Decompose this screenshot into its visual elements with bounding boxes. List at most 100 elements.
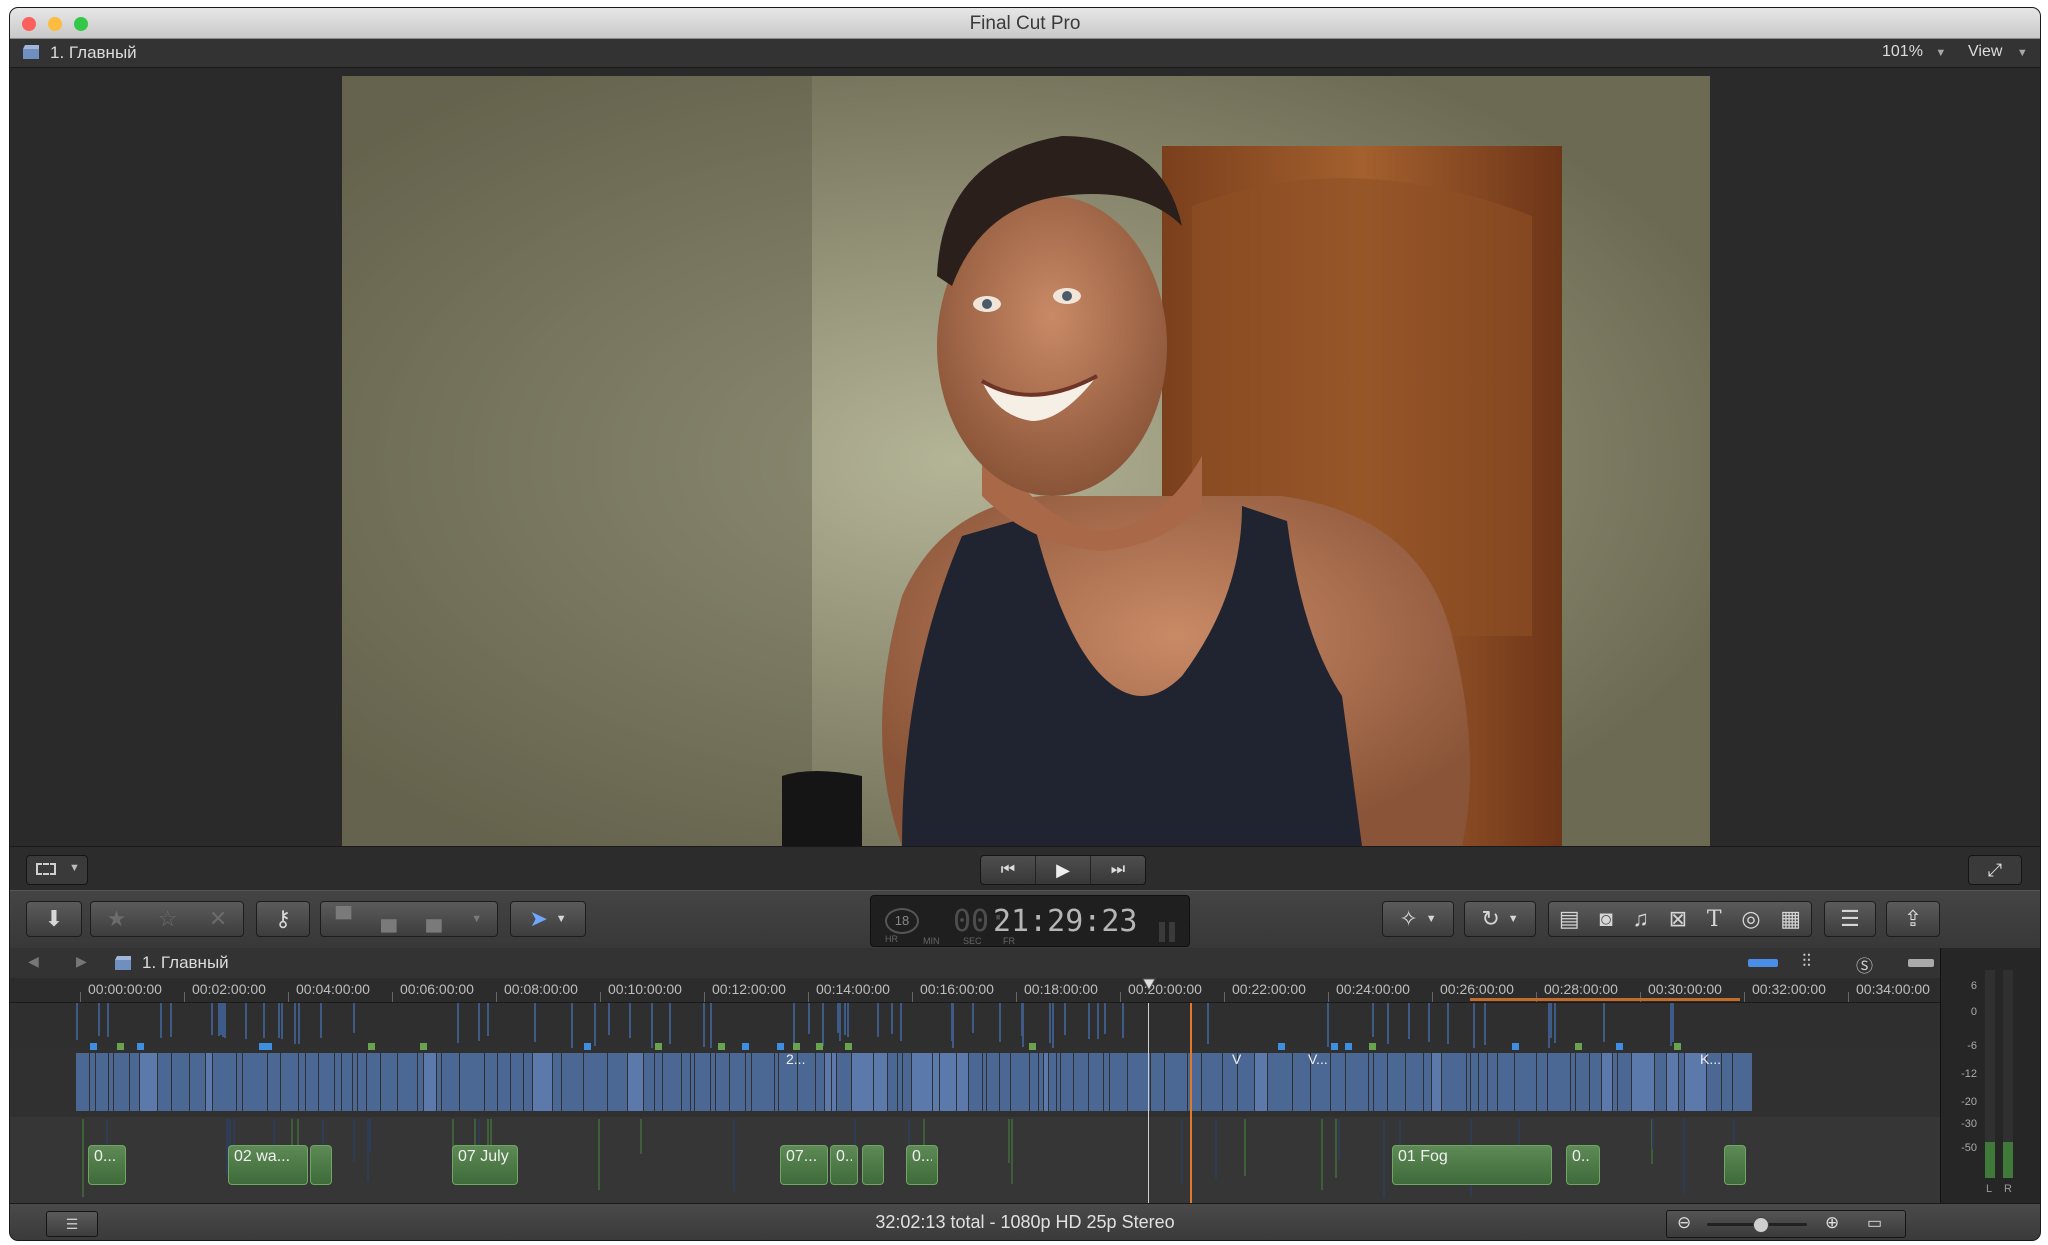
append-clip-icon[interactable]: ▄: [426, 906, 442, 932]
video-clip: [1039, 1053, 1043, 1111]
camera-icon[interactable]: ◙: [1599, 906, 1612, 932]
connected-clip: [1484, 1003, 1486, 1045]
video-clip: [498, 1053, 510, 1111]
clip-label[interactable]: V: [1232, 1051, 1241, 1067]
audio-clip[interactable]: 0...: [830, 1145, 858, 1185]
audio-clip[interactable]: 07 July: [452, 1145, 518, 1185]
audio-clip[interactable]: 0...: [88, 1145, 126, 1185]
video-clip: [398, 1053, 417, 1111]
zoom-in-icon[interactable]: ⊕: [1825, 1213, 1839, 1233]
fullscreen-button[interactable]: ⤢: [1968, 855, 2022, 885]
audio-clip[interactable]: [1724, 1145, 1746, 1185]
select-tool-menu[interactable]: ➤ ▼: [510, 901, 586, 937]
clip-appearance-icon[interactable]: ▭: [1867, 1213, 1882, 1233]
connected-clip: [76, 1003, 78, 1040]
marker: [742, 1043, 749, 1050]
connected-clip: [1321, 1119, 1323, 1190]
audio-waveform-icon[interactable]: ⫶⫶: [1802, 951, 1811, 972]
view-menu[interactable]: View ▼: [1968, 43, 2028, 61]
connected-clip: [1548, 1003, 1550, 1048]
zoom-out-icon[interactable]: ⊖: [1677, 1213, 1691, 1233]
marker: [265, 1043, 272, 1050]
retime-menu[interactable]: ↻ ▼: [1464, 901, 1536, 937]
skimming-icon[interactable]: [1908, 959, 1934, 967]
import-button[interactable]: ⬇: [26, 901, 82, 937]
solo-icon[interactable]: Ⓢ: [1856, 952, 1873, 977]
zoom-slider[interactable]: [1707, 1217, 1807, 1233]
forward-arrow-icon[interactable]: ▶: [76, 953, 87, 970]
media-browser-icon[interactable]: ▤: [1559, 906, 1580, 932]
viewer-canvas[interactable]: [10, 68, 2040, 846]
video-clip: [1030, 1053, 1038, 1111]
ruler-tick: [1848, 992, 1849, 1002]
ruler-tick-label: 00:26:00:00: [1440, 981, 1514, 997]
window-title: Final Cut Pro: [969, 13, 1081, 34]
themes-icon[interactable]: ▦: [1780, 906, 1801, 932]
reject-icon[interactable]: ✕: [209, 906, 227, 932]
timecode-sublabel-min: MIN: [923, 936, 940, 946]
ruler-tick: [912, 992, 913, 1002]
previous-frame-button[interactable]: ⏮: [981, 856, 1036, 884]
video-clip: [816, 1053, 824, 1111]
playhead-line[interactable]: [1190, 1003, 1192, 1203]
skimmer-line: [1148, 1003, 1149, 1203]
video-clip: [628, 1053, 643, 1111]
audio-clip[interactable]: 02 wa...: [228, 1145, 308, 1185]
timecode-display[interactable]: 18 00: 21:29:23 HR MIN SEC FR: [870, 895, 1190, 947]
connected-clip: [793, 1003, 795, 1043]
audio-clip[interactable]: 0...: [906, 1145, 938, 1185]
share-button[interactable]: ⇪: [1886, 901, 1940, 937]
zoom-slider-knob[interactable]: [1753, 1217, 1769, 1233]
video-clip: [898, 1053, 902, 1111]
clip-label[interactable]: V...: [1308, 1051, 1328, 1067]
clip-label[interactable]: 2...: [786, 1051, 805, 1067]
audio-clip[interactable]: 0..: [1566, 1145, 1600, 1185]
marker: [1369, 1043, 1376, 1050]
viewer-format-menu[interactable]: ▼: [26, 855, 88, 885]
connected-clip: [1672, 1003, 1674, 1042]
next-frame-button[interactable]: ⏭: [1091, 856, 1145, 884]
ruler-range-bar: [1470, 998, 1740, 1001]
timeline-area[interactable]: 2... V V... K... 0... 02 wa... 07 July 0…: [10, 1003, 1940, 1203]
audio-clip[interactable]: 01 Fog: [1392, 1145, 1552, 1185]
titles-icon[interactable]: T: [1707, 907, 1722, 932]
keyword-button[interactable]: ⚷: [256, 901, 310, 937]
connected-clip: [281, 1003, 283, 1039]
insert-clip-icon[interactable]: ▄: [381, 906, 397, 932]
audio-clip[interactable]: [310, 1145, 332, 1185]
viewer-zoom-menu[interactable]: 101% ▼: [1882, 43, 1946, 61]
video-clip: [511, 1053, 523, 1111]
viewer-project-name: 1. Главный: [50, 43, 137, 62]
enhancements-menu[interactable]: ✧ ▼: [1382, 901, 1454, 937]
browser-buttons: ▤ ◙ ♫ ⊠ T ◎ ▦: [1548, 901, 1812, 937]
play-button[interactable]: ▶: [1036, 856, 1091, 884]
video-clip: [460, 1053, 484, 1111]
expand-icon: ⤢: [1987, 859, 2003, 880]
meter-level-l: [1985, 1142, 1995, 1178]
marker: [845, 1043, 852, 1050]
favorite-star-icon[interactable]: ★: [107, 906, 127, 932]
unrate-star-icon[interactable]: ☆: [158, 906, 178, 932]
meter-scale-label: -50: [1961, 1142, 1977, 1154]
meter-channel-r: [2003, 970, 2013, 1178]
chevron-down-icon: ▼: [1507, 913, 1519, 925]
video-clip: [1406, 1053, 1423, 1111]
music-note-icon[interactable]: ♫: [1632, 906, 1649, 932]
video-clip: [1590, 1053, 1601, 1111]
connect-clip-icon[interactable]: ▀: [336, 906, 352, 932]
inspector-button[interactable]: ☰: [1824, 901, 1876, 937]
playhead-marker-icon[interactable]: [1142, 978, 1156, 992]
clip-appearance-icon[interactable]: [1748, 959, 1778, 967]
back-arrow-icon[interactable]: ◀: [28, 953, 39, 970]
video-clip: [342, 1053, 352, 1111]
audio-clip[interactable]: [862, 1145, 884, 1185]
chevron-down-icon[interactable]: ▼: [471, 913, 482, 925]
clip-label[interactable]: K...: [1700, 1051, 1721, 1067]
chevron-down-icon: ▼: [1935, 47, 1947, 59]
ruler-tick: [392, 992, 393, 1002]
ruler-tick-label: 00:12:00:00: [712, 981, 786, 997]
generators-icon[interactable]: ◎: [1741, 906, 1760, 932]
audio-clip[interactable]: 07...: [780, 1145, 828, 1185]
timeline-ruler[interactable]: 00:00:00:00 00:02:00:00 00:04:00:00 00:06:0…: [10, 978, 1940, 1003]
transitions-icon[interactable]: ⊠: [1669, 906, 1687, 932]
